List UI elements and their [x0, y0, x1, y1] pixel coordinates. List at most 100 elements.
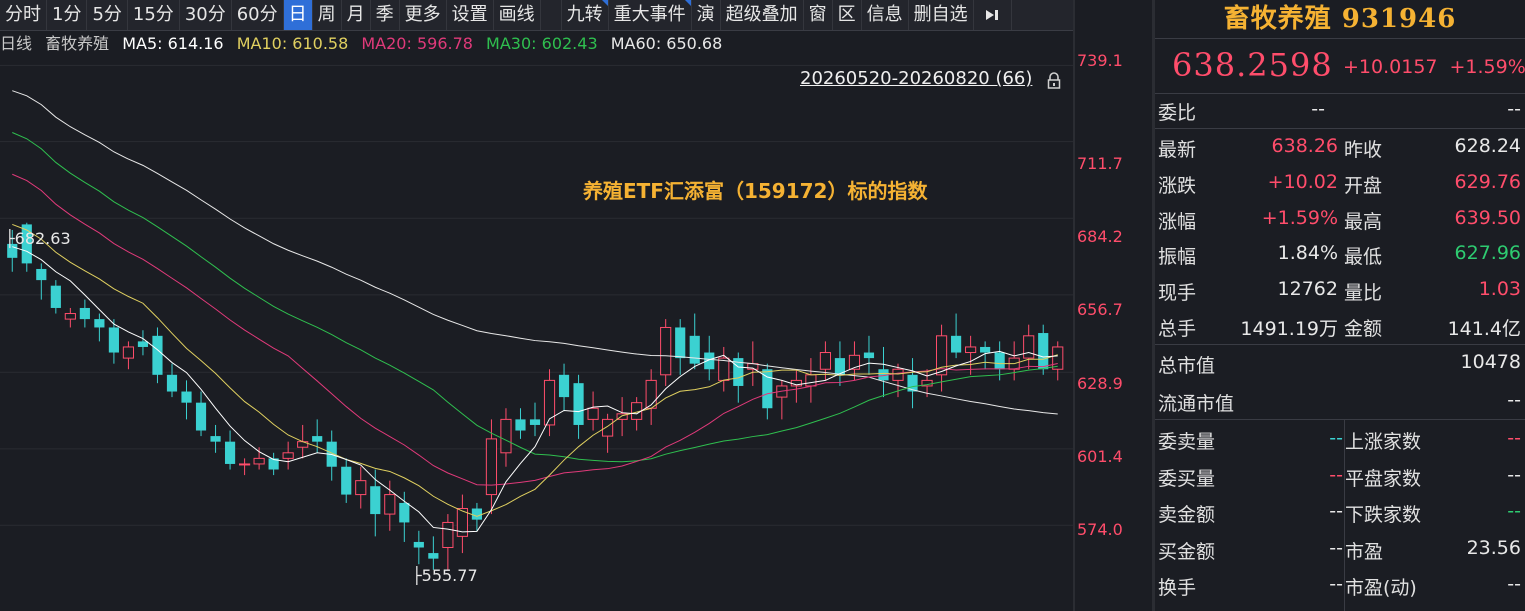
candle-body[interactable]: [166, 374, 178, 392]
stats-value: --: [1507, 427, 1521, 449]
tab-daily[interactable]: 日: [283, 0, 313, 30]
range-button[interactable]: 区: [833, 0, 862, 30]
candle-body[interactable]: [282, 452, 294, 459]
quote-label: 振幅: [1158, 246, 1197, 269]
candle-body[interactable]: [108, 327, 119, 353]
candle-body[interactable]: [64, 313, 76, 320]
candle-body[interactable]: [1023, 335, 1035, 359]
candle-body[interactable]: [413, 541, 424, 548]
stats-label: 换手: [1158, 577, 1197, 599]
tab-15min[interactable]: 15分: [128, 0, 180, 30]
candle-body[interactable]: [224, 441, 236, 464]
candle-body[interactable]: [122, 346, 135, 359]
candle-body[interactable]: [965, 346, 977, 354]
candle-body[interactable]: [515, 419, 526, 431]
kline-chart[interactable]: [0, 30, 1075, 611]
stats-value: --: [1507, 500, 1521, 522]
candle-body[interactable]: [253, 457, 265, 465]
tab-weekly[interactable]: 周: [313, 0, 342, 30]
quote-value: 638.26: [1271, 135, 1338, 157]
tab-5min[interactable]: 5分: [87, 0, 128, 30]
stats-value: --: [1507, 573, 1521, 595]
candle-body[interactable]: [36, 268, 47, 281]
candle-body[interactable]: [558, 374, 570, 398]
candle-body[interactable]: [210, 436, 221, 442]
candle-body[interactable]: [312, 436, 323, 442]
candle-body[interactable]: [399, 502, 410, 523]
candle-body[interactable]: [675, 327, 686, 359]
candle-body[interactable]: [239, 463, 251, 466]
quote-row: 涨幅 +1.59% 最高 639.50: [1155, 201, 1525, 237]
candle-body[interactable]: [94, 319, 105, 328]
more-button[interactable]: 更多: [400, 0, 447, 30]
axis-separator: [1073, 0, 1075, 611]
candle-body[interactable]: [137, 341, 149, 347]
float-cap-row: 流通市值 --: [1158, 389, 1521, 415]
candle-body[interactable]: [181, 391, 192, 403]
axis-tick: 601.4: [1077, 447, 1123, 466]
chart-annotation: 养殖ETF汇添富（159172）标的指数: [583, 179, 928, 203]
divider: [1155, 38, 1525, 39]
candle-body[interactable]: [573, 383, 584, 425]
candle-body[interactable]: [529, 419, 541, 425]
candle-body[interactable]: [195, 402, 207, 431]
candle-body[interactable]: [660, 326, 672, 376]
candle-body[interactable]: [819, 352, 831, 370]
candle-body[interactable]: [370, 486, 381, 515]
candle-body[interactable]: [152, 335, 163, 375]
candle-body[interactable]: [645, 379, 657, 409]
axis-tick: 684.2: [1077, 227, 1123, 246]
quote-label: 量比: [1344, 282, 1383, 305]
candle-body[interactable]: [485, 438, 498, 496]
candle-body[interactable]: [689, 335, 700, 364]
stats-label: 委买量: [1158, 467, 1216, 490]
candle-body[interactable]: [951, 335, 962, 353]
major-events-button[interactable]: 重大事件: [609, 0, 692, 30]
settings-button[interactable]: 设置: [447, 0, 494, 30]
stats-row: 卖金额 -- 下跌家数 --: [1155, 494, 1525, 530]
super-overlay-button[interactable]: 超级叠加: [721, 0, 804, 30]
candle-body[interactable]: [1052, 346, 1064, 370]
collapse-arrow-icon[interactable]: [974, 0, 1012, 30]
quote-row: 总手 1491.19万 金额 141.4亿: [1155, 308, 1525, 344]
tab-monthly[interactable]: 月: [342, 0, 371, 30]
candle-body[interactable]: [428, 553, 439, 559]
candle-body[interactable]: [355, 480, 367, 496]
quote-row: 最新 638.26 昨收 628.24: [1155, 129, 1525, 165]
candle-body[interactable]: [341, 466, 352, 495]
candle-body[interactable]: [892, 368, 904, 381]
candle-body[interactable]: [805, 374, 817, 387]
nine-turn-button[interactable]: 九转: [562, 0, 609, 30]
candle-body[interactable]: [500, 418, 512, 454]
tab-60min[interactable]: 60分: [232, 0, 284, 30]
quote-value: +10.02: [1267, 170, 1338, 193]
remove-watchlist-button[interactable]: 删自选: [909, 0, 974, 30]
stats-label: 上涨家数: [1345, 431, 1422, 453]
info-button[interactable]: 信息: [862, 0, 909, 30]
candle-body[interactable]: [79, 307, 90, 320]
candle-body[interactable]: [980, 346, 991, 353]
candle-body[interactable]: [863, 352, 875, 359]
quote-value: 627.96: [1454, 242, 1521, 265]
quote-label: 昨收: [1344, 139, 1383, 161]
candle-body[interactable]: [384, 494, 396, 515]
candle-body[interactable]: [50, 285, 61, 308]
quote-row: 现手 12762 量比 1.03: [1155, 272, 1525, 308]
tab-quarterly[interactable]: 季: [371, 0, 400, 30]
candle-body[interactable]: [587, 407, 599, 420]
stats-label: 市盈: [1345, 540, 1384, 563]
candle-body[interactable]: [471, 508, 482, 520]
stats-label: 下跌家数: [1345, 504, 1422, 526]
candle-body[interactable]: [442, 521, 454, 549]
tab-30min[interactable]: 30分: [180, 0, 232, 30]
window-button[interactable]: 窗: [804, 0, 833, 30]
quote-value: 639.50: [1454, 206, 1521, 229]
draw-line-button[interactable]: 画线: [494, 0, 541, 30]
tab-1min[interactable]: 1分: [47, 0, 88, 30]
candle-body[interactable]: [994, 352, 1005, 370]
tab-intraday[interactable]: 分时: [0, 0, 47, 30]
replay-button[interactable]: 演: [692, 0, 721, 30]
axis-tick: 739.1: [1077, 51, 1123, 70]
candle-body[interactable]: [1038, 333, 1049, 370]
candle-body[interactable]: [602, 418, 614, 437]
